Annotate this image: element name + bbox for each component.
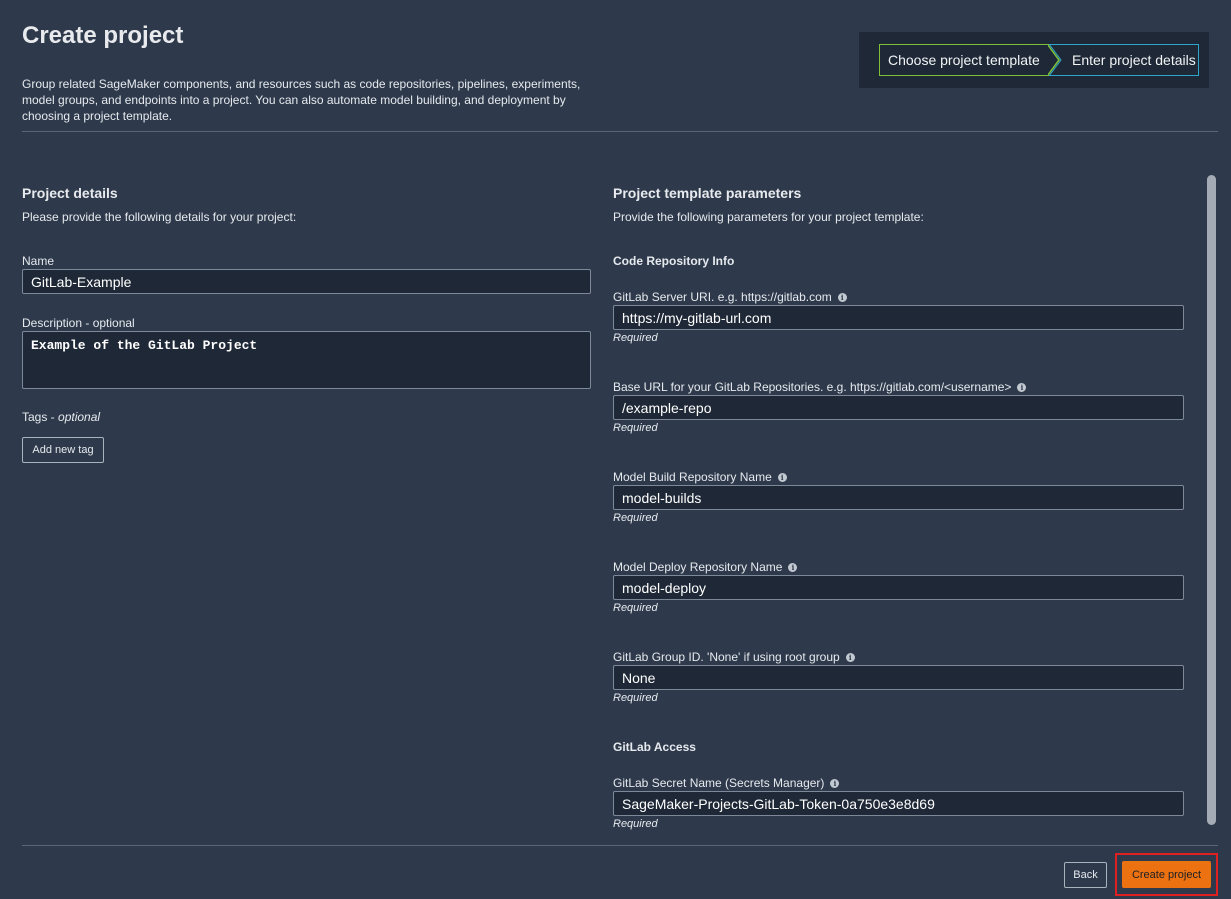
back-button[interactable]: Back xyxy=(1064,862,1107,888)
add-tag-button[interactable]: Add new tag xyxy=(22,437,104,463)
page-title: Create project xyxy=(22,22,184,49)
tags-label-text: Tags - xyxy=(22,410,59,424)
gitlab-access-heading: GitLab Access xyxy=(613,740,696,754)
back-label: Back xyxy=(1073,869,1098,881)
field-label-text: GitLab Secret Name (Secrets Manager) xyxy=(613,776,825,790)
step-enter-details[interactable]: Enter project details xyxy=(1049,44,1199,76)
info-icon[interactable]: i xyxy=(845,653,855,662)
wizard-steps: Choose project template Enter project de… xyxy=(859,32,1209,88)
step-label: Enter project details xyxy=(1072,52,1196,68)
model-build-repo-input[interactable]: model-builds xyxy=(613,485,1184,510)
description-label: Description - optional xyxy=(22,316,135,330)
info-icon[interactable]: i xyxy=(777,473,787,482)
tags-optional: optional xyxy=(58,410,101,424)
field-value: None xyxy=(622,669,656,686)
create-project-label: Create project xyxy=(1131,868,1202,881)
add-tag-label: Add new tag xyxy=(32,444,94,456)
page-description: Group related SageMaker components, and … xyxy=(22,77,581,123)
model-build-repo-label: Model Build Repository Name i xyxy=(613,470,787,484)
base-url-label: Base URL for your GitLab Repositories. e… xyxy=(613,380,1027,394)
header-divider xyxy=(22,131,1218,132)
name-input-value: GitLab-Example xyxy=(31,273,132,290)
field-label-text: GitLab Group ID. 'None' if using root gr… xyxy=(613,650,840,664)
step-label: Choose project template xyxy=(888,52,1040,68)
required-hint: Required xyxy=(613,818,658,830)
step-choose-template[interactable]: Choose project template xyxy=(879,44,1049,76)
required-hint: Required xyxy=(613,512,658,524)
field-value: /example-repo xyxy=(622,399,712,416)
required-hint: Required xyxy=(613,692,658,704)
code-repo-heading: Code Repository Info xyxy=(613,254,735,268)
step-notch xyxy=(1049,44,1062,76)
template-params-title: Project template parameters xyxy=(613,185,802,201)
required-hint: Required xyxy=(613,602,658,614)
model-deploy-repo-input[interactable]: model-deploy xyxy=(613,575,1184,600)
field-value: model-builds xyxy=(622,489,702,506)
footer-divider xyxy=(22,845,1218,846)
required-hint: Required xyxy=(613,332,658,344)
field-label-text: GitLab Server URI. e.g. https://gitlab.c… xyxy=(613,290,832,304)
info-icon[interactable]: i xyxy=(1017,383,1027,392)
field-value: https://my-gitlab-url.com xyxy=(622,309,772,326)
info-icon[interactable]: i xyxy=(788,563,798,572)
field-label-text: Base URL for your GitLab Repositories. e… xyxy=(613,380,1012,394)
template-params-subtitle: Provide the following parameters for you… xyxy=(613,210,924,224)
required-hint: Required xyxy=(613,422,658,434)
field-value: model-deploy xyxy=(622,579,707,596)
gitlab-secret-label: GitLab Secret Name (Secrets Manager) i xyxy=(613,776,840,790)
gitlab-server-uri-input[interactable]: https://my-gitlab-url.com xyxy=(613,305,1184,330)
gitlab-group-id-input[interactable]: None xyxy=(613,665,1184,690)
base-url-input[interactable]: /example-repo xyxy=(613,395,1184,420)
gitlab-group-id-label: GitLab Group ID. 'None' if using root gr… xyxy=(613,650,855,664)
name-label: Name xyxy=(22,254,55,268)
project-details-title: Project details xyxy=(22,185,118,201)
description-value: Example of the GitLab Project xyxy=(31,338,258,353)
gitlab-secret-input[interactable]: SageMaker-Projects-GitLab-Token-0a750e3e… xyxy=(613,791,1184,816)
field-value: SageMaker-Projects-GitLab-Token-0a750e3e… xyxy=(622,795,935,812)
create-project-button[interactable]: Create project xyxy=(1122,861,1211,888)
field-label-text: Model Build Repository Name xyxy=(613,470,772,484)
info-icon[interactable]: i xyxy=(837,293,847,302)
description-textarea[interactable]: Example of the GitLab Project xyxy=(22,331,591,389)
scrollbar[interactable] xyxy=(1207,175,1216,825)
gitlab-server-uri-label: GitLab Server URI. e.g. https://gitlab.c… xyxy=(613,290,847,304)
name-input[interactable]: GitLab-Example xyxy=(22,269,591,294)
model-deploy-repo-label: Model Deploy Repository Name i xyxy=(613,560,798,574)
tags-label: Tags - optional xyxy=(22,410,100,424)
project-details-subtitle: Please provide the following details for… xyxy=(22,210,297,224)
field-label-text: Model Deploy Repository Name xyxy=(613,560,783,574)
info-icon[interactable]: i xyxy=(830,779,840,788)
